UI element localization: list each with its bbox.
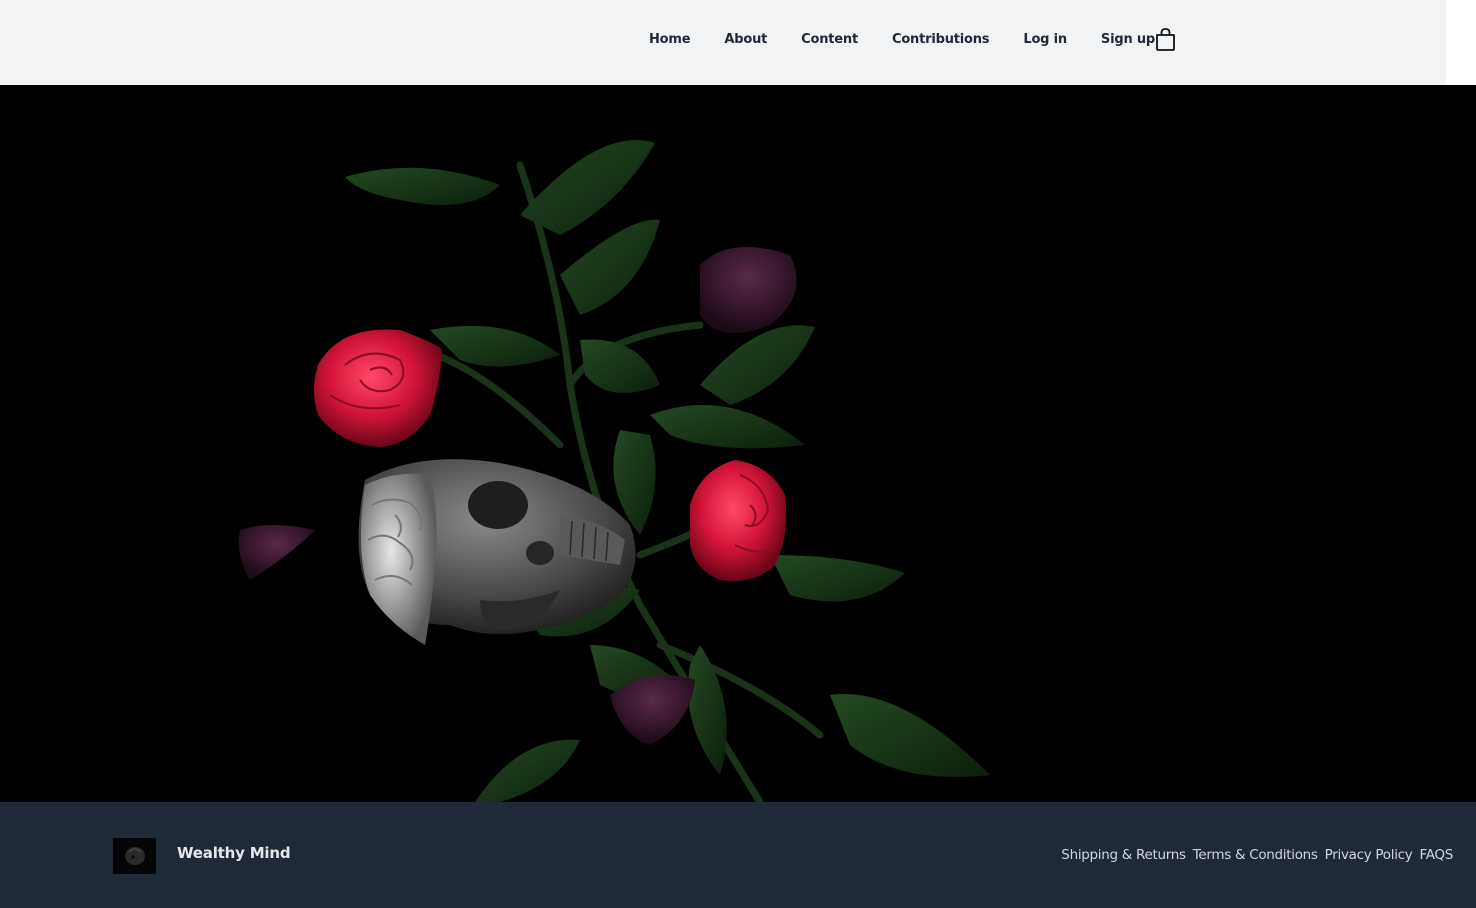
nav-about-link[interactable]: About	[707, 32, 784, 47]
main-nav: Home About Content Contributions Log in …	[632, 0, 1172, 78]
nav-login-link[interactable]: Log in	[1006, 32, 1084, 47]
footer-link-shipping[interactable]: Shipping & Returns	[1061, 847, 1186, 863]
nav-content-link[interactable]: Content	[784, 32, 875, 47]
brand-logo[interactable]	[113, 838, 156, 874]
site-header: Home About Content Contributions Log in …	[0, 0, 1446, 85]
nav-home-link[interactable]: Home	[632, 32, 707, 47]
brand-name[interactable]: Wealthy Mind	[177, 844, 291, 862]
cart-button[interactable]	[1152, 26, 1179, 53]
site-footer: Wealthy Mind Shipping & Returns Terms & …	[0, 802, 1476, 908]
nav-contributions-link[interactable]: Contributions	[875, 32, 1006, 47]
skull-roses-illustration	[238, 140, 990, 802]
footer-link-faqs[interactable]: FAQS	[1419, 847, 1453, 863]
footer-link-terms[interactable]: Terms & Conditions	[1193, 847, 1318, 863]
hero-image	[0, 85, 1476, 802]
shopping-bag-icon	[1156, 28, 1175, 51]
footer-link-privacy[interactable]: Privacy Policy	[1325, 847, 1413, 863]
skull-logo-icon	[125, 847, 145, 865]
footer-nav: Shipping & Returns Terms & Conditions Pr…	[1061, 847, 1453, 863]
